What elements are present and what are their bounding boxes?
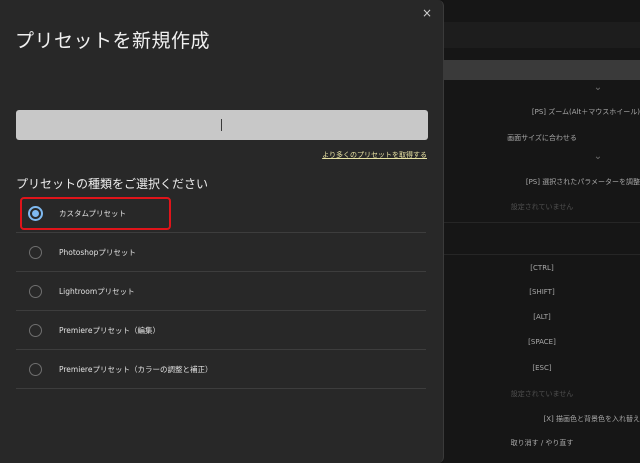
radio-icon[interactable] <box>29 324 42 337</box>
option-label: Premiereプリセット（カラーの調整と補正） <box>59 365 213 374</box>
chevron-down-icon: ⌄ <box>593 82 603 93</box>
text-caret <box>221 119 222 131</box>
option-photoshop-preset[interactable]: Photoshopプリセット <box>16 233 426 272</box>
background-selected-bar <box>444 60 640 80</box>
background-header-bar <box>444 22 640 48</box>
option-label: Premiereプリセット（編集） <box>59 326 160 335</box>
dialog-title: プリセットを新規作成 <box>15 30 211 52</box>
background-row: [ESC] <box>532 364 552 372</box>
option-premiere-edit-preset[interactable]: Premiereプリセット（編集） <box>16 311 426 350</box>
background-row: [ALT] <box>533 313 551 321</box>
background-row: [PS] 選択されたパラメーターを調整 <box>525 178 640 186</box>
option-lightroom-preset[interactable]: Lightroomプリセット <box>16 272 426 311</box>
background-row: [SPACE] <box>528 338 556 346</box>
radio-icon[interactable] <box>29 246 42 259</box>
background-row: 設定されていません <box>510 390 574 398</box>
background-row: 設定されていません <box>510 203 574 211</box>
background-divider <box>444 254 640 255</box>
background-row: [SHIFT] <box>529 288 555 296</box>
background-row: 画面サイズに合わせる <box>507 134 577 142</box>
new-preset-dialog: × プリセットを新規作成 より多くのプリセットを取得する プリセットの種類をご選… <box>0 0 444 463</box>
option-custom-preset[interactable]: カスタムプリセット <box>16 194 426 233</box>
close-icon[interactable]: × <box>418 4 436 22</box>
option-premiere-color-preset[interactable]: Premiereプリセット（カラーの調整と補正） <box>16 350 426 389</box>
background-row: [X] 描画色と背景色を入れ替え <box>543 415 640 423</box>
background-row: [PS] ズーム(Alt＋マウスホイール) <box>531 108 640 116</box>
option-label: Lightroomプリセット <box>59 287 135 296</box>
option-label: Photoshopプリセット <box>59 248 136 257</box>
chevron-down-icon: ⌄ <box>593 151 603 162</box>
preset-type-heading: プリセットの種類をご選択ください <box>16 177 209 191</box>
preset-name-input[interactable] <box>16 110 428 140</box>
background-divider <box>444 222 640 223</box>
radio-selected-icon[interactable] <box>28 206 43 221</box>
more-presets-link[interactable]: より多くのプリセットを取得する <box>300 150 427 160</box>
background-row: 取り消す / やり直す <box>510 439 574 447</box>
radio-icon[interactable] <box>29 363 42 376</box>
radio-icon[interactable] <box>29 285 42 298</box>
option-label: カスタムプリセット <box>59 209 127 218</box>
background-row: [CTRL] <box>530 264 554 272</box>
